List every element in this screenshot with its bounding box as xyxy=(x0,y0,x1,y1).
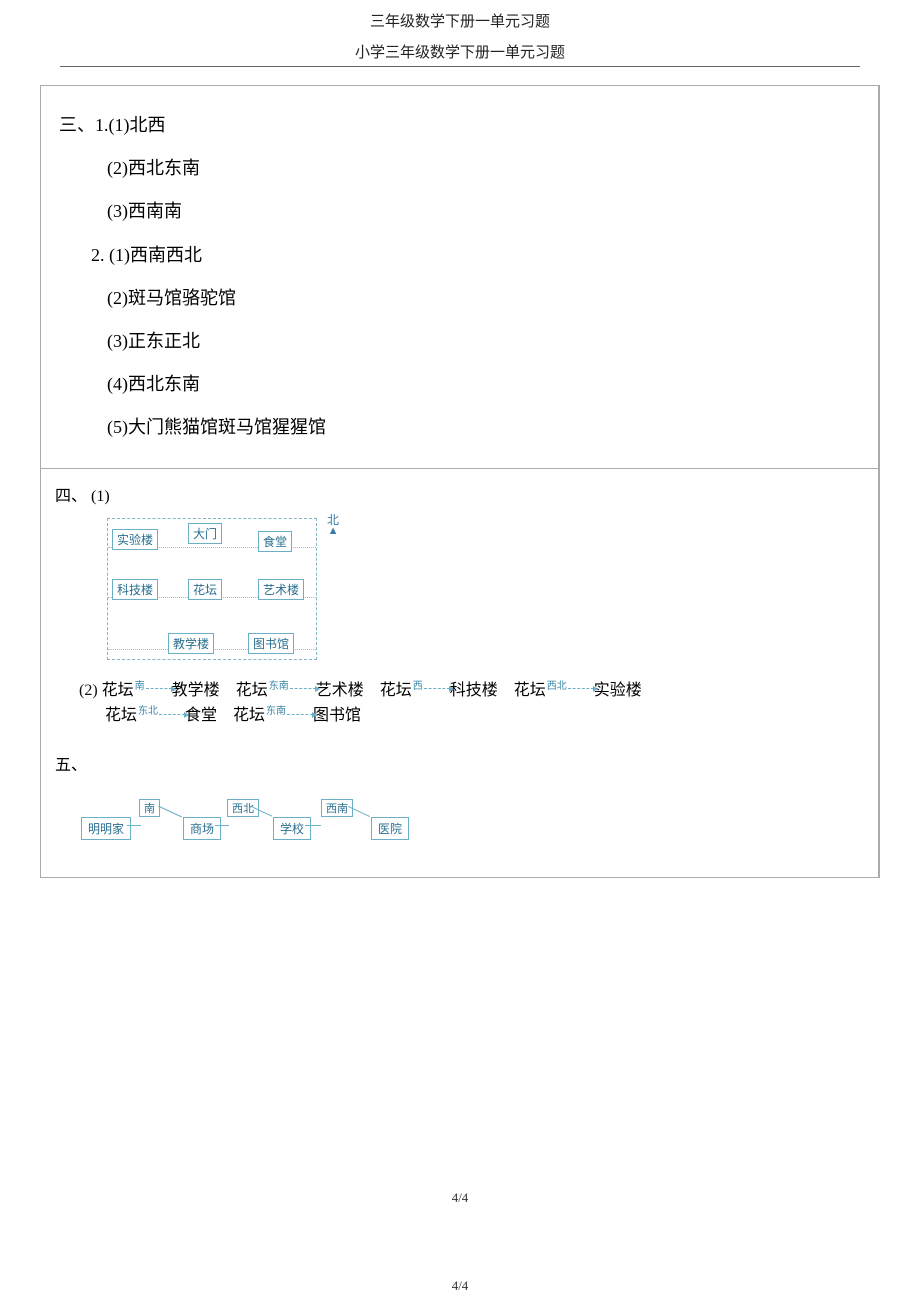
campus-map-wrap: 北 ▲ 实验楼 大门 食堂 科技楼 花坛 艺术楼 xyxy=(107,518,872,660)
section-4-5: 四、 (1) 北 ▲ 实验楼 大门 食堂 科技 xyxy=(40,468,879,878)
node-home: 明明家 xyxy=(81,817,131,840)
q2-dir: 西 xyxy=(412,681,424,692)
dashed-arrow-icon xyxy=(159,714,185,715)
dashed-arrow-icon xyxy=(287,714,313,715)
north-arrow-icon: ▲ xyxy=(327,526,339,537)
node-school: 学校 xyxy=(273,817,311,840)
dashed-arrow-icon xyxy=(290,688,316,689)
s3-q2-2: (2)斑马馆骆驼馆 xyxy=(47,277,872,320)
q2-term: 花坛 xyxy=(233,707,265,724)
node-hospital: 医院 xyxy=(371,817,409,840)
q2-dir: 东南 xyxy=(268,681,290,692)
q2-term: 花坛 xyxy=(380,682,412,699)
header-rule xyxy=(60,66,860,67)
dashed-arrow-icon xyxy=(424,688,450,689)
s3-q1-item1: (1)北西 xyxy=(109,115,166,135)
compass-north: 北 ▲ xyxy=(327,514,339,537)
header-title-2: 小学三年级数学下册一单元习题 xyxy=(0,41,920,62)
q2-term: 花坛 xyxy=(102,682,134,699)
q2-dir: 南 xyxy=(134,681,146,692)
bldg-jiaoxuelou: 教学楼 xyxy=(168,633,214,654)
page-number-upper: 4/4 xyxy=(0,1190,920,1206)
q2-term: 食堂 xyxy=(185,707,217,724)
bldg-huatan: 花坛 xyxy=(188,579,222,600)
s4-q1-label: (1) xyxy=(91,488,110,505)
s5-label: 五、 xyxy=(47,747,872,783)
q2-dir: 东北 xyxy=(137,706,159,717)
dashed-arrow-icon xyxy=(146,688,172,689)
q2-term: 教学楼 xyxy=(172,682,220,699)
s3-q1-2: (2)西北东南 xyxy=(47,147,872,190)
header-title-1: 三年级数学下册一单元习题 xyxy=(0,10,920,31)
page-header: 三年级数学下册一单元习题 小学三年级数学下册一单元习题 xyxy=(0,0,920,62)
dashed-arrow-icon xyxy=(568,688,594,689)
campus-map: 实验楼 大门 食堂 科技楼 花坛 艺术楼 教学楼 图书馆 xyxy=(107,518,317,660)
s3-q2-prefix: 2. xyxy=(91,245,105,265)
s4-q2-prefix: (2) xyxy=(79,682,98,699)
s4-q2: (2) 花坛南教学楼 花坛东南艺术楼 花坛西科技楼 花坛西北实验楼 花坛东北食堂… xyxy=(79,678,872,729)
s3-q1-1: 三、1.(1)北西 xyxy=(47,104,872,147)
s4-label: 四、 xyxy=(55,488,87,505)
dir-tag: 西南 xyxy=(321,799,353,817)
q2-term: 科技楼 xyxy=(450,682,498,699)
q2-term: 花坛 xyxy=(236,682,268,699)
q2-term: 图书馆 xyxy=(313,707,361,724)
s5-path: 明明家 商场 学校 医院 南 西北 西南 xyxy=(81,797,501,847)
s3-q2-item1: (1)西南西北 xyxy=(109,245,202,265)
s3-label: 三、 xyxy=(59,115,95,135)
q2-term: 花坛 xyxy=(514,682,546,699)
page-number-lower: 4/4 xyxy=(0,1278,920,1294)
bldg-yishulou: 艺术楼 xyxy=(258,579,304,600)
q2-term: 艺术楼 xyxy=(316,682,364,699)
bldg-kejilou: 科技楼 xyxy=(112,579,158,600)
q2-dir: 西北 xyxy=(546,681,568,692)
node-mall: 商场 xyxy=(183,817,221,840)
s3-q2-3: (3)正东正北 xyxy=(47,320,872,363)
bldg-shitang: 食堂 xyxy=(258,531,292,552)
s4-label-row: 四、 (1) xyxy=(47,478,872,514)
connector xyxy=(215,825,229,826)
bldg-damen: 大门 xyxy=(188,523,222,544)
s3-q2-4: (4)西北东南 xyxy=(47,363,872,406)
q2-term: 花坛 xyxy=(105,707,137,724)
section-3: 三、1.(1)北西 (2)西北东南 (3)西南南 2. (1)西南西北 (2)斑… xyxy=(40,85,879,469)
bldg-tushuguan: 图书馆 xyxy=(248,633,294,654)
connector xyxy=(305,825,321,826)
s3-q2-1: 2. (1)西南西北 xyxy=(47,234,872,277)
q2-dir: 东南 xyxy=(265,706,287,717)
connector xyxy=(127,825,141,826)
s3-q2-5: (5)大门熊猫馆斑马馆猩猩馆 xyxy=(47,406,872,449)
s3-q1-3: (3)西南南 xyxy=(47,190,872,233)
q2-term: 实验楼 xyxy=(594,682,642,699)
bldg-shiyanlou: 实验楼 xyxy=(112,529,158,550)
connector xyxy=(158,805,182,817)
content-frame: 三、1.(1)北西 (2)西北东南 (3)西南南 2. (1)西南西北 (2)斑… xyxy=(40,85,880,878)
s3-q1-prefix: 1. xyxy=(95,115,109,135)
dir-tag: 南 xyxy=(139,799,160,817)
